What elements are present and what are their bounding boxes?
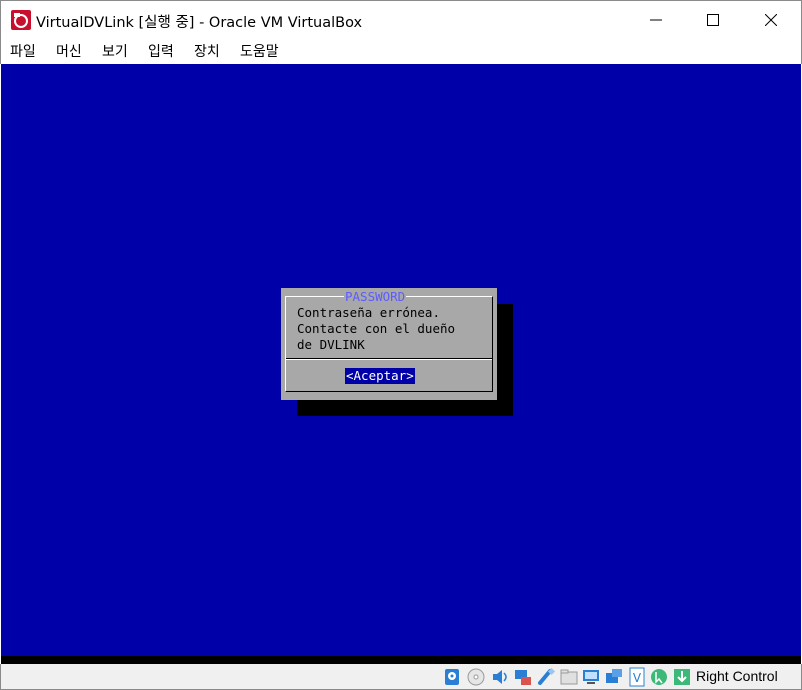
- menu-item-devices[interactable]: 장치: [194, 41, 220, 61]
- menu-item-view[interactable]: 보기: [102, 41, 128, 61]
- display-icon[interactable]: [581, 667, 601, 687]
- accept-button[interactable]: <Aceptar>: [345, 368, 415, 384]
- maximize-icon: [707, 14, 719, 26]
- window-title-bar: VirtualDVLink [실행 중] - Oracle VM Virtual…: [0, 0, 802, 38]
- window-title: VirtualDVLink [실행 중] - Oracle VM Virtual…: [36, 15, 363, 31]
- menu-item-file[interactable]: 파일: [10, 41, 36, 61]
- minimize-icon: [650, 19, 662, 21]
- virtualbox-app-icon[interactable]: [11, 10, 31, 30]
- vt-x-icon[interactable]: V: [627, 667, 647, 687]
- menu-item-help[interactable]: 도움말: [240, 41, 279, 61]
- dialog-separator-highlight: [286, 359, 492, 360]
- host-key-label: Right Control: [696, 668, 778, 684]
- dialog-message-line-1: Contraseña errónea.: [297, 305, 440, 320]
- dialog-message-line-2: Contacte con el dueño: [297, 321, 456, 336]
- dialog-message-line-3: de DVLINK: [297, 337, 365, 352]
- optical-drive-icon[interactable]: [466, 667, 486, 687]
- hard-disk-icon[interactable]: [442, 667, 462, 687]
- vm-display-bottom-border: [1, 656, 801, 664]
- close-icon: [765, 14, 777, 26]
- password-dialog: PASSWORD Contraseña errónea. Contacte co…: [281, 288, 497, 400]
- status-bar: V Right Control: [0, 664, 802, 690]
- dialog-title: PASSWORD: [344, 289, 407, 304]
- svg-text:V: V: [633, 671, 642, 685]
- menu-item-machine[interactable]: 머신: [56, 41, 82, 61]
- menu-bar: 파일 머신 보기 입력 장치 도움말: [0, 38, 802, 64]
- minimize-button[interactable]: [633, 1, 679, 39]
- shared-folders-icon[interactable]: [559, 667, 579, 687]
- usb-icon[interactable]: [536, 667, 556, 687]
- mouse-integration-icon[interactable]: [649, 667, 669, 687]
- maximize-button[interactable]: [690, 1, 736, 39]
- close-button[interactable]: [748, 1, 794, 39]
- network-icon[interactable]: [513, 667, 533, 687]
- keyboard-capture-icon[interactable]: [672, 667, 692, 687]
- audio-icon[interactable]: [490, 667, 510, 687]
- recording-icon[interactable]: [604, 667, 624, 687]
- menu-item-input[interactable]: 입력: [148, 41, 174, 61]
